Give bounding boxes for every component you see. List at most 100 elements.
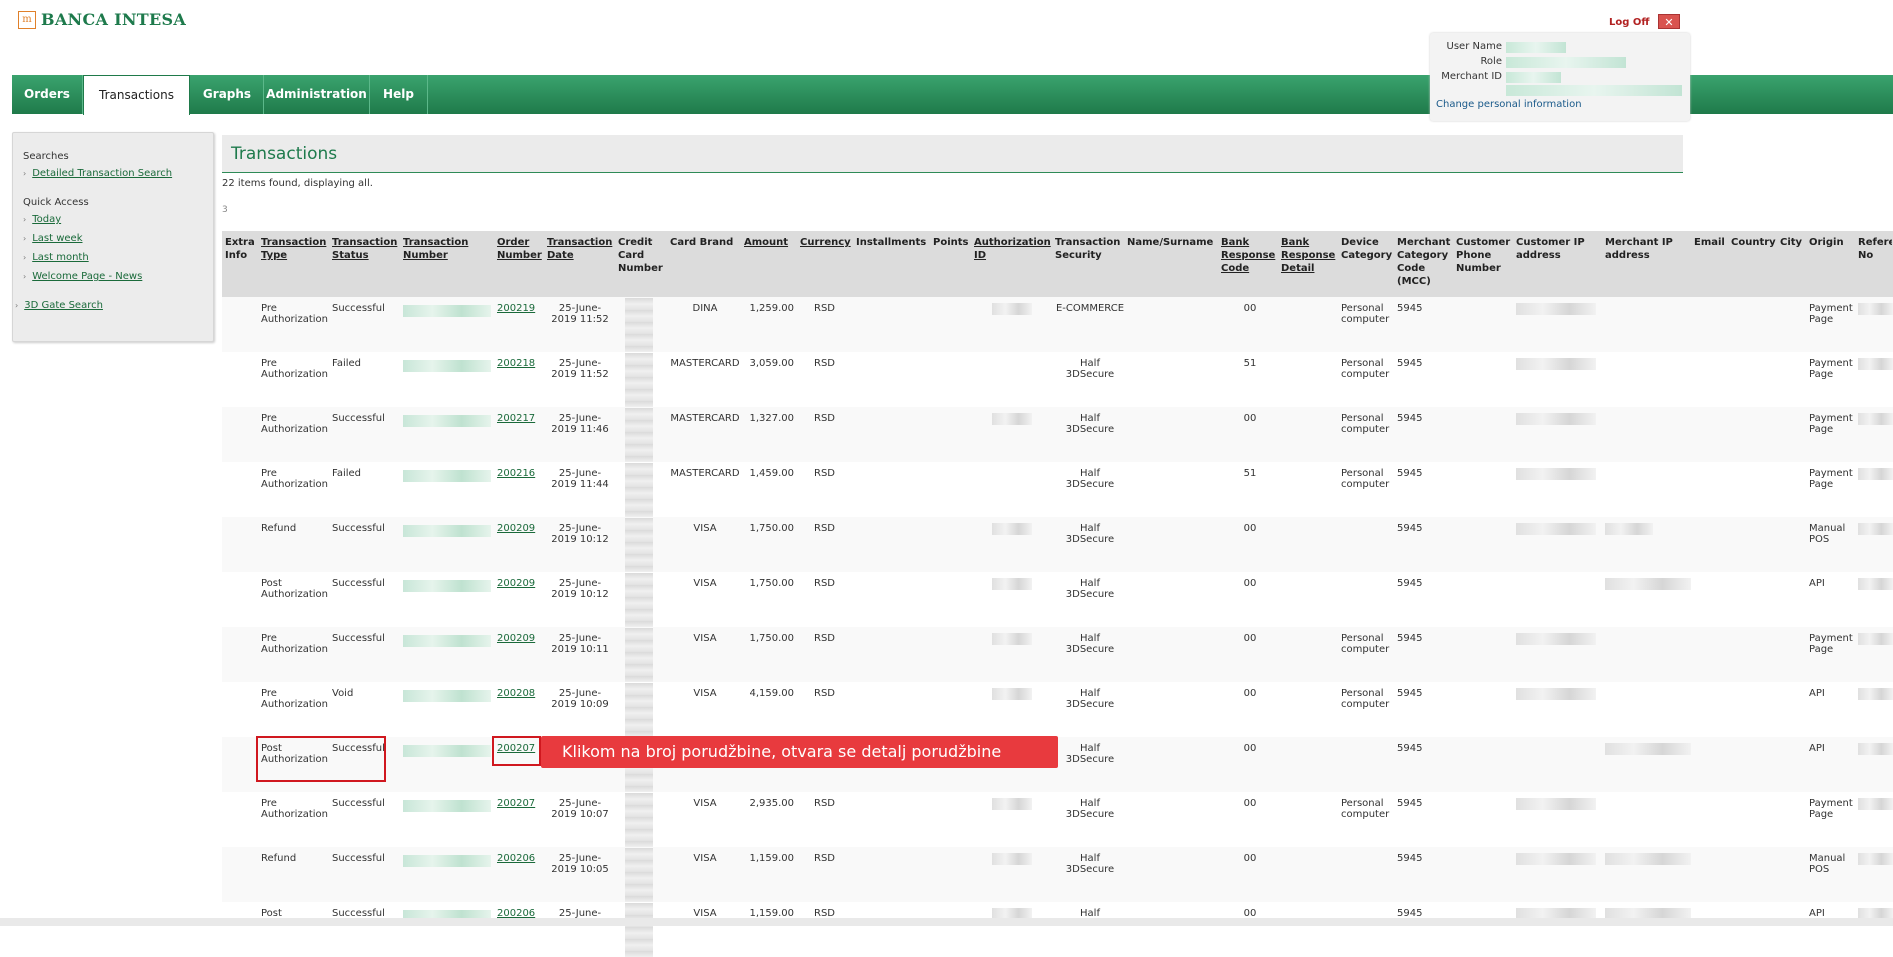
cell-transaction-security: E-COMMERCE — [1055, 303, 1125, 314]
col-bank-response-detail[interactable]: Bank Response Detail — [1281, 236, 1339, 275]
redacted-transaction-number — [403, 580, 491, 592]
redacted-customer-ip — [1516, 853, 1596, 865]
cell-amount: 1,327.00 — [749, 413, 794, 424]
close-icon[interactable]: ✕ — [1658, 14, 1680, 29]
cell-order-number[interactable]: 200206 — [497, 853, 543, 864]
sidebar-item-detailed-search[interactable]: › Detailed Transaction Search — [23, 168, 172, 179]
cell-transaction-security: Half 3DSecure — [1065, 853, 1115, 875]
order-number-link[interactable]: 200218 — [497, 358, 535, 369]
cell-order-number[interactable]: 200207 — [497, 798, 543, 809]
cell-order-number[interactable]: 200209 — [497, 523, 543, 534]
redacted-merchant-ip — [1605, 853, 1691, 865]
cell-order-number[interactable]: 200219 — [497, 303, 543, 314]
cell-amount: 1,750.00 — [749, 633, 794, 644]
order-number-link[interactable]: 200206 — [497, 853, 535, 864]
cell-transaction-security: Half 3DSecure — [1065, 743, 1115, 765]
order-number-link[interactable]: 200209 — [497, 633, 535, 644]
redacted-reference — [1858, 468, 1893, 480]
cell-mcc: 5945 — [1397, 303, 1423, 314]
tab-graphs[interactable]: Graphs — [191, 75, 264, 114]
redacted-customer-ip — [1516, 303, 1596, 315]
cell-card-brand: MASTERCARD — [670, 358, 740, 369]
cell-bank-response-code: 00 — [1243, 798, 1257, 809]
cell-order-number[interactable]: 200208 — [497, 688, 543, 699]
sidebar-item-3d-gate[interactable]: › 3D Gate Search — [15, 300, 103, 311]
redacted-card-number — [625, 298, 653, 352]
redacted-reference — [1858, 633, 1893, 645]
sidebar-item-today[interactable]: › Today — [23, 214, 61, 225]
cell-device-category: Personal computer — [1341, 633, 1390, 655]
redacted-transaction-number — [403, 690, 491, 702]
order-number-link[interactable]: 200209 — [497, 578, 535, 589]
tab-orders[interactable]: Orders — [12, 75, 83, 114]
cell-bank-response-code: 00 — [1243, 633, 1257, 644]
order-number-link[interactable]: 200209 — [497, 523, 535, 534]
col-mcc: Merchant Category Code (MCC) — [1397, 237, 1451, 287]
col-bank-response-code[interactable]: Bank Response Code — [1221, 236, 1279, 275]
col-amount[interactable]: Amount — [744, 236, 794, 249]
cell-order-number[interactable]: 200218 — [497, 358, 543, 369]
redacted-auth-id — [992, 413, 1032, 425]
cell-transaction-status: Void — [332, 688, 354, 699]
logoff-link[interactable]: Log Off — [1609, 17, 1649, 28]
cell-currency: RSD — [814, 358, 835, 369]
sidebar-item-label[interactable]: Detailed Transaction Search — [32, 168, 172, 179]
sidebar-item-label[interactable]: Welcome Page - News — [32, 271, 142, 282]
redacted-card-number — [625, 518, 653, 572]
cell-order-number[interactable]: 200216 — [497, 468, 543, 479]
cell-amount: 4,159.00 — [749, 688, 794, 699]
sidebar-item-last-month[interactable]: › Last month — [23, 252, 89, 263]
cell-currency: RSD — [814, 633, 835, 644]
change-personal-info-link[interactable]: Change personal information — [1436, 99, 1582, 110]
sidebar-item-label[interactable]: Today — [32, 214, 61, 225]
cell-amount: 3,059.00 — [749, 358, 794, 369]
cell-currency: RSD — [814, 303, 835, 314]
tab-administration[interactable]: Administration — [264, 75, 370, 114]
cell-transaction-type: Pre Authorization — [261, 688, 328, 710]
redacted-card-number — [625, 683, 653, 737]
col-authorization-id[interactable]: Authorization ID — [974, 236, 1052, 262]
order-number-link[interactable]: 200208 — [497, 688, 535, 699]
redacted-customer-ip — [1516, 468, 1596, 480]
cell-device-category: Personal computer — [1341, 798, 1390, 820]
col-order-number[interactable]: Order Number — [497, 236, 545, 262]
col-transaction-status[interactable]: Transaction Status — [332, 236, 402, 262]
cell-order-number[interactable]: 200217 — [497, 413, 543, 424]
tab-transactions[interactable]: Transactions — [83, 75, 190, 115]
sidebar: Searches › Detailed Transaction Search Qu… — [12, 132, 214, 342]
order-number-link[interactable]: 200217 — [497, 413, 535, 424]
sidebar-item-last-week[interactable]: › Last week — [23, 233, 83, 244]
col-transaction-date[interactable]: Transaction Date — [547, 236, 613, 262]
col-transaction-type[interactable]: Transaction Type — [261, 236, 331, 262]
col-extra-info: Extra Info — [225, 237, 255, 261]
cell-origin: Manual POS — [1809, 523, 1846, 545]
cell-transaction-security: Half 3DSecure — [1065, 688, 1115, 710]
col-transaction-number[interactable]: Transaction Number — [403, 236, 483, 262]
role-label: Role — [1480, 56, 1502, 67]
cell-card-brand: VISA — [693, 633, 717, 644]
cell-currency: RSD — [814, 688, 835, 699]
sidebar-item-label[interactable]: Last month — [32, 252, 88, 263]
redacted-card-number — [625, 628, 653, 682]
cell-transaction-date: 25-June-2019 10:07 — [551, 798, 609, 820]
redacted-customer-ip — [1516, 798, 1596, 810]
redacted-auth-id — [992, 523, 1032, 535]
cell-transaction-date: 25-June-2019 10:12 — [551, 578, 609, 600]
order-number-link[interactable]: 200219 — [497, 303, 535, 314]
sidebar-item-label[interactable]: Last week — [32, 233, 82, 244]
tab-help[interactable]: Help — [370, 75, 428, 114]
order-number-link[interactable]: 200216 — [497, 468, 535, 479]
page-title: Transactions — [231, 144, 338, 164]
sidebar-item-welcome[interactable]: › Welcome Page - News — [23, 271, 142, 282]
redacted-transaction-number — [403, 745, 491, 757]
horizontal-scrollbar[interactable] — [0, 918, 1893, 926]
order-number-link[interactable]: 200207 — [497, 798, 535, 809]
chevron-right-icon: › — [23, 272, 27, 281]
sidebar-item-label[interactable]: 3D Gate Search — [24, 300, 103, 311]
col-currency[interactable]: Currency — [800, 236, 852, 249]
redacted-customer-ip — [1516, 413, 1596, 425]
cell-order-number[interactable]: 200209 — [497, 633, 543, 644]
cell-currency: RSD — [814, 523, 835, 534]
logo-mark-icon: m — [18, 10, 36, 29]
cell-order-number[interactable]: 200209 — [497, 578, 543, 589]
